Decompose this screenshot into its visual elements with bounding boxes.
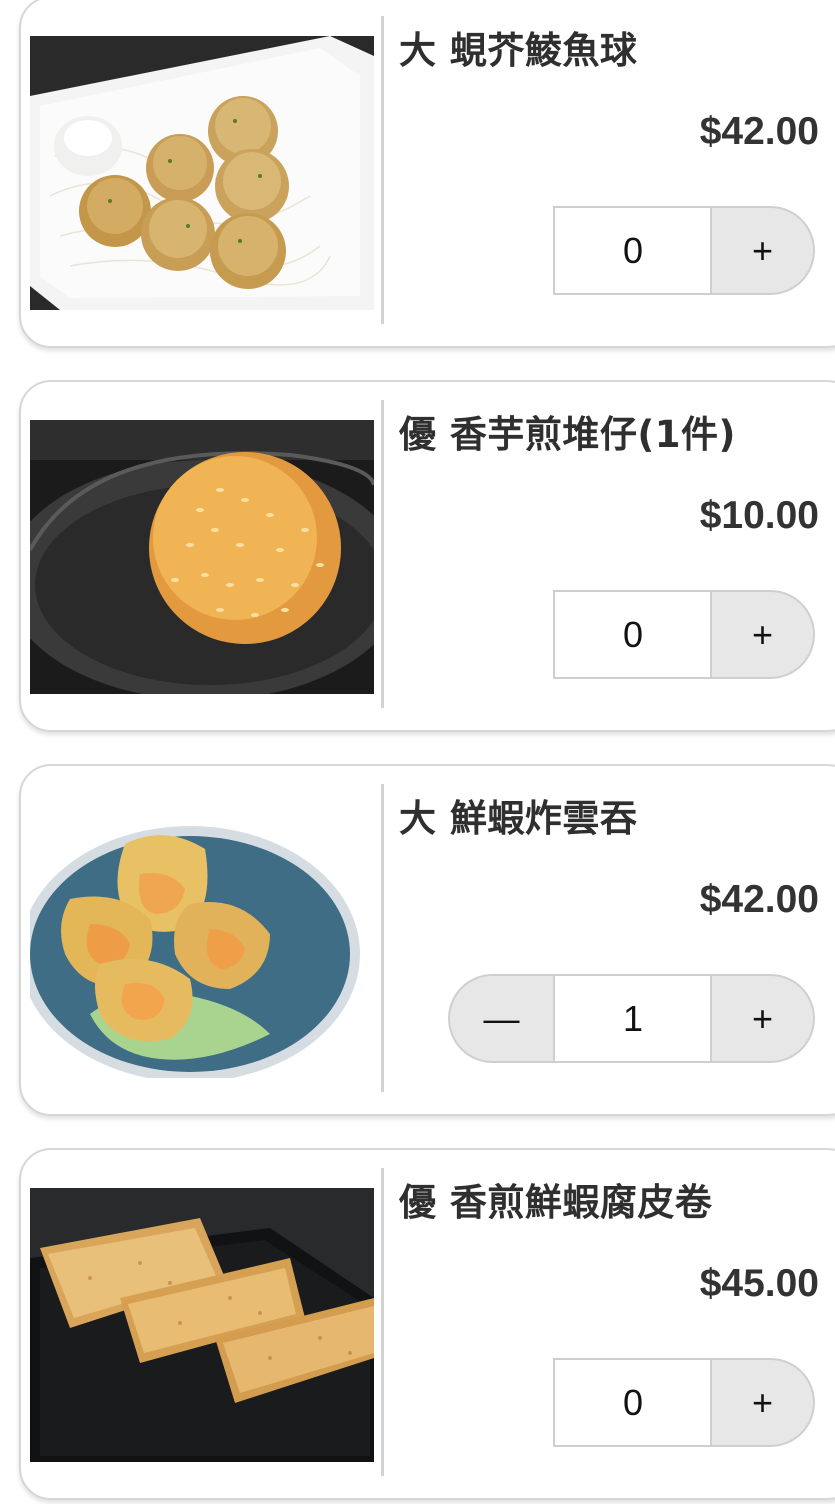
fried-wonton-photo <box>30 804 374 1078</box>
beancurd-roll-photo <box>30 1188 374 1462</box>
item-name: 優 香芋煎堆仔(1件) <box>399 413 736 456</box>
vertical-divider <box>381 16 384 324</box>
menu-item-card: 大 鮮蝦炸雲吞 $42.00 — 1 + <box>19 764 835 1116</box>
increase-quantity-button[interactable]: + <box>710 590 815 679</box>
menu-item-card: 大 蜆芥鯪魚球 $42.00 0 + <box>19 0 835 348</box>
item-price: $42.00 <box>699 110 819 153</box>
quantity-field[interactable]: 0 <box>553 590 713 679</box>
decrease-quantity-button[interactable]: — <box>448 974 555 1063</box>
sesame-ball-photo <box>30 420 374 694</box>
vertical-divider <box>381 1168 384 1476</box>
menu-item-card: 優 香煎鮮蝦腐皮卷 $45.00 0 + <box>19 1148 835 1500</box>
item-price: $10.00 <box>699 494 819 537</box>
quantity-field[interactable]: 1 <box>553 974 713 1063</box>
item-price: $45.00 <box>699 1262 819 1305</box>
menu-item-card: 優 香芋煎堆仔(1件) $10.00 0 + <box>19 380 835 732</box>
item-price: $42.00 <box>699 878 819 921</box>
fish-balls-photo <box>30 36 374 310</box>
item-name: 大 鮮蝦炸雲吞 <box>399 797 638 840</box>
quantity-field[interactable]: 0 <box>553 1358 713 1447</box>
vertical-divider <box>381 784 384 1092</box>
item-name: 大 蜆芥鯪魚球 <box>399 29 638 72</box>
increase-quantity-button[interactable]: + <box>710 206 815 295</box>
increase-quantity-button[interactable]: + <box>710 974 815 1063</box>
increase-quantity-button[interactable]: + <box>710 1358 815 1447</box>
vertical-divider <box>381 400 384 708</box>
item-name: 優 香煎鮮蝦腐皮卷 <box>399 1181 713 1224</box>
quantity-field[interactable]: 0 <box>553 206 713 295</box>
